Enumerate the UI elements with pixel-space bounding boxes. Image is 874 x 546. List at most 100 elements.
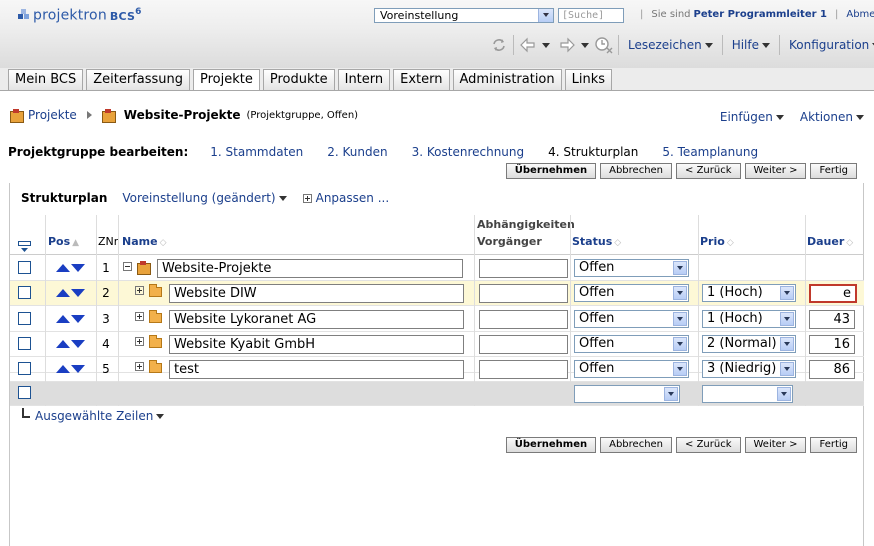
move-up-icon[interactable] <box>56 315 70 323</box>
duration-input[interactable]: 86 <box>809 360 855 379</box>
col-status[interactable]: Status ◇ <box>572 235 622 248</box>
duration-input[interactable]: 43 <box>809 310 855 329</box>
prio-select[interactable] <box>702 385 793 403</box>
tab-zeiterfassung[interactable]: Zeiterfassung <box>86 69 190 90</box>
move-down-icon[interactable] <box>71 289 85 297</box>
row-checkbox[interactable] <box>18 362 31 375</box>
tab-mein-bcs[interactable]: Mein BCS <box>8 69 84 90</box>
expand-icon[interactable] <box>135 286 144 295</box>
step-kunden[interactable]: 2. Kunden <box>327 145 387 159</box>
duration-input[interactable]: 16 <box>809 335 855 354</box>
sort-icon: ◇ <box>614 238 622 248</box>
app-logo[interactable]: projektron BCS6 <box>18 7 142 24</box>
predecessor-input[interactable] <box>479 284 568 303</box>
move-up-icon[interactable] <box>56 289 70 297</box>
next-button[interactable]: Weiter > <box>744 163 807 179</box>
move-up-icon[interactable] <box>56 340 70 348</box>
preset-select[interactable]: Voreinstellung <box>374 8 554 23</box>
history-clock-icon[interactable] <box>593 34 615 56</box>
name-input[interactable]: Website Lykoranet AG <box>169 310 464 329</box>
row-checkbox[interactable] <box>18 286 31 299</box>
name-input[interactable]: Website Kyabit GmbH <box>169 335 464 354</box>
predecessor-input[interactable] <box>479 310 568 329</box>
finish-button[interactable]: Fertig <box>810 163 857 179</box>
column-menu-icon[interactable] <box>18 241 32 256</box>
breadcrumb-root-link[interactable]: Projekte <box>28 108 77 122</box>
predecessor-input[interactable] <box>479 259 568 278</box>
row-znr: 5 <box>102 362 110 376</box>
name-input[interactable]: Website-Projekte <box>157 259 463 278</box>
prio-select[interactable]: 2 (Normal) <box>702 335 796 353</box>
next-button[interactable]: Weiter > <box>744 437 807 453</box>
status-select[interactable]: Offen <box>574 284 689 302</box>
row-checkbox[interactable] <box>18 261 31 274</box>
forward-arrow-icon[interactable] <box>556 34 578 56</box>
expand-icon[interactable] <box>135 312 144 321</box>
table-row: 2 Website DIW Offen 1 (Hoch) e <box>10 281 864 306</box>
back-button[interactable]: < Zurück <box>676 437 741 453</box>
name-input[interactable]: Website DIW <box>169 284 464 303</box>
move-down-icon[interactable] <box>71 264 85 272</box>
logout-link[interactable]: Abmelden <box>846 9 874 20</box>
status-select[interactable] <box>574 385 680 403</box>
prio-select[interactable]: 1 (Hoch) <box>702 310 796 328</box>
row-checkbox[interactable] <box>18 312 31 325</box>
tab-produkte[interactable]: Produkte <box>262 69 335 90</box>
actions-menu[interactable]: Aktionen <box>800 110 864 124</box>
search-input[interactable]: [Suche] <box>558 8 624 23</box>
col-pos[interactable]: Pos ▲ <box>48 235 80 248</box>
main-tabs: Mein BCS Zeiterfassung Projekte Produkte… <box>8 69 615 91</box>
step-kostenrechnung[interactable]: 3. Kostenrechnung <box>412 145 525 159</box>
tab-links[interactable]: Links <box>564 69 613 90</box>
insert-menu[interactable]: Einfügen <box>720 110 784 124</box>
move-up-icon[interactable] <box>56 365 70 373</box>
status-select[interactable]: Offen <box>574 360 689 378</box>
row-checkbox[interactable] <box>18 386 31 399</box>
prio-select[interactable]: 3 (Niedrig) <box>702 360 796 378</box>
move-down-icon[interactable] <box>71 365 85 373</box>
config-menu[interactable]: Konfiguration <box>783 38 874 52</box>
back-button[interactable]: < Zurück <box>676 163 741 179</box>
cancel-button[interactable]: Abbrechen <box>600 163 673 179</box>
status-select[interactable]: Offen <box>574 259 689 277</box>
predecessor-input[interactable] <box>479 360 568 379</box>
view-preset-menu[interactable]: Voreinstellung (geändert) <box>122 191 287 205</box>
tab-intern[interactable]: Intern <box>337 69 391 90</box>
apply-button[interactable]: Übernehmen <box>505 163 597 179</box>
col-prio[interactable]: Prio ◇ <box>700 235 735 248</box>
tab-extern[interactable]: Extern <box>393 69 450 90</box>
refresh-icon[interactable] <box>488 34 510 56</box>
forward-dropdown-caret-icon[interactable] <box>581 42 589 48</box>
back-arrow-icon[interactable] <box>517 34 539 56</box>
step-stammdaten[interactable]: 1. Stammdaten <box>210 145 303 159</box>
step-teamplanung[interactable]: 5. Teamplanung <box>662 145 758 159</box>
move-up-icon[interactable] <box>56 264 70 272</box>
chevron-down-icon[interactable] <box>538 9 553 22</box>
col-duration[interactable]: Dauer ◇ <box>807 235 854 248</box>
user-name[interactable]: Peter Programmleiter 1 <box>694 9 827 20</box>
expand-icon[interactable] <box>135 337 144 346</box>
move-down-icon[interactable] <box>71 340 85 348</box>
back-dropdown-caret-icon[interactable] <box>542 42 550 48</box>
tab-administration[interactable]: Administration <box>452 69 562 90</box>
help-menu[interactable]: Hilfe <box>726 38 776 52</box>
col-name[interactable]: Name ◇ <box>122 235 168 248</box>
selected-rows-menu[interactable]: Ausgewählte Zeilen <box>22 408 165 423</box>
finish-button[interactable]: Fertig <box>810 437 857 453</box>
row-checkbox[interactable] <box>18 337 31 350</box>
prio-select[interactable]: 1 (Hoch) <box>702 284 796 302</box>
collapse-icon[interactable] <box>123 262 132 271</box>
cancel-button[interactable]: Abbrechen <box>600 437 673 453</box>
name-input[interactable]: test <box>169 360 464 379</box>
duration-input[interactable]: e <box>809 284 857 303</box>
status-select[interactable]: Offen <box>574 335 689 353</box>
expand-icon[interactable] <box>135 362 144 371</box>
predecessor-input[interactable] <box>479 335 568 354</box>
adjust-link[interactable]: Anpassen ... <box>302 191 389 205</box>
status-select[interactable]: Offen <box>574 310 689 328</box>
structure-header: Strukturplan Voreinstellung (geändert) A… <box>21 191 389 205</box>
tab-projekte[interactable]: Projekte <box>193 69 260 91</box>
move-down-icon[interactable] <box>71 315 85 323</box>
apply-button[interactable]: Übernehmen <box>505 437 597 453</box>
bookmarks-menu[interactable]: Lesezeichen <box>622 38 719 52</box>
